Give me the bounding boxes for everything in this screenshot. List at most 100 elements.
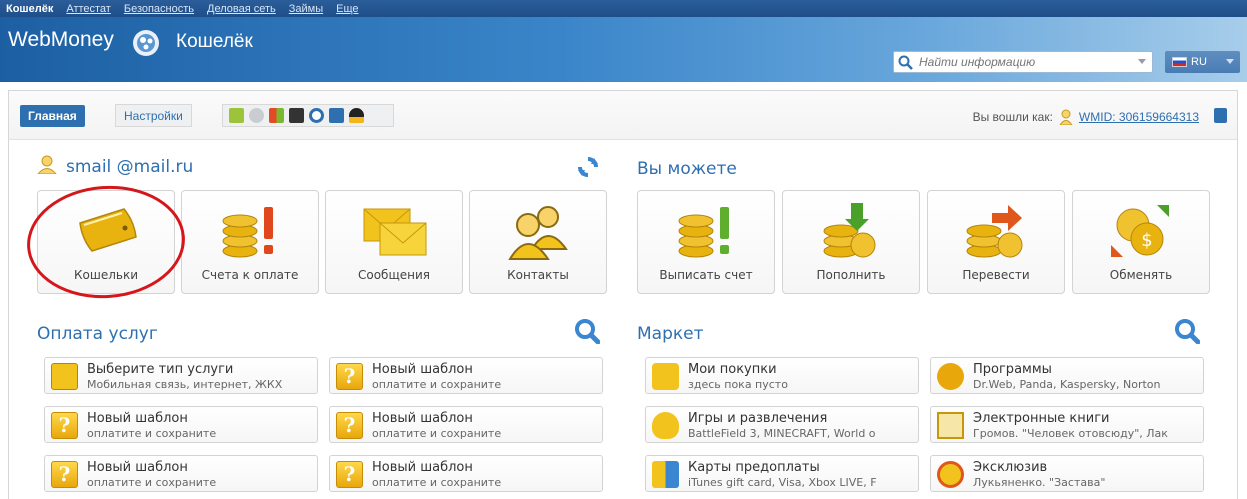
services-search-icon[interactable] [574,318,600,344]
search-input[interactable] [919,55,1119,69]
item-subtitle: оплатите и сохраните [372,378,502,391]
topnav-wallet[interactable]: Кошелёк [6,3,53,15]
question-icon: ? [51,412,78,439]
linux-icon[interactable] [349,108,364,123]
item-subtitle: оплатите и сохраните [87,427,217,440]
search-box[interactable] [893,51,1153,73]
question-icon: ? [336,363,363,390]
top-up-icon [823,203,876,258]
item-title: Мои покупки [688,362,777,377]
market-item[interactable]: Карты предоплаты iTunes gift card, Visa,… [645,455,919,492]
shopping-bag-icon [652,363,679,390]
item-title: Новый шаблон [372,460,473,475]
invoice-coins-icon [222,207,273,258]
ebook-icon [937,412,964,439]
windows-icon[interactable] [269,108,284,123]
topnav-more[interactable]: Еще [336,3,358,15]
russia-flag-icon [1172,57,1187,67]
exchange-icon: $ [1111,205,1169,257]
item-subtitle: оплатите и сохраните [372,427,502,440]
service-item[interactable]: ? Новый шаблон оплатите и сохраните [44,406,318,443]
webmoney-globe-icon [133,30,159,56]
market-search-icon[interactable] [1174,318,1200,344]
topnav-business-network[interactable]: Деловая сеть [207,3,276,15]
services-title: Оплата услуг [37,324,158,344]
service-item[interactable]: ? Новый шаблон оплатите и сохраните [329,455,603,492]
tile-label: Обменять [1109,268,1173,282]
contacts-icon [508,206,568,260]
item-title: Новый шаблон [87,460,188,475]
software-disc-icon [937,363,964,390]
android-icon[interactable] [229,108,244,123]
item-title: Карты предоплаты [688,460,820,475]
item-title: Новый шаблон [372,362,473,377]
tab-settings[interactable]: Настройки [115,104,192,127]
transfer-icon [966,205,1023,258]
service-item[interactable]: ? Новый шаблон оплатите и сохраните [44,455,318,492]
chevron-down-icon [1226,59,1234,64]
tile-label: Счета к оплате [201,268,299,282]
tile-label: Выписать счет [659,268,753,282]
brand-name[interactable]: WebMoney [8,28,114,52]
market-item[interactable]: Мои покупки здесь пока пусто [645,357,919,394]
tile-messages[interactable]: Сообщения [325,190,463,294]
service-item[interactable]: ? Новый шаблон оплатите и сохраните [329,406,603,443]
item-title: Новый шаблон [372,411,473,426]
search-dropdown-icon[interactable] [1138,59,1146,64]
market-title: Маркет [637,324,704,344]
envelope-icon [363,208,427,256]
service-item[interactable]: ? Новый шаблон оплатите и сохраните [329,357,603,394]
tile-exchange[interactable]: $ Обменять [1072,190,1210,294]
refresh-icon[interactable] [577,156,599,178]
item-title: Эксклюзив [973,460,1048,475]
issue-invoice-icon [678,207,729,258]
tile-label: Пополнить [816,268,886,282]
top-nav: Кошелёк Аттестат Безопасность Деловая се… [0,0,1247,17]
item-title: Программы [973,362,1052,377]
exclusive-badge-icon [937,461,964,488]
market-item[interactable]: Эксклюзив Лукьяненко. "Застава" [930,455,1204,492]
tile-label: Контакты [507,268,569,282]
tab-main[interactable]: Главная [20,105,85,127]
wmid-link[interactable]: WMID: 306159664313 [1079,110,1199,124]
question-icon: ? [51,461,78,488]
login-info: Вы вошли как: WMID: 306159664313 [973,109,1199,125]
language-selector[interactable]: RU [1165,51,1240,73]
platform-apps [222,104,394,127]
item-title: Новый шаблон [87,411,188,426]
actions-title: Вы можете [637,159,737,179]
app-subtitle: Кошелёк [176,31,253,52]
blackberry-icon[interactable] [289,108,304,123]
windows-phone-icon[interactable] [329,108,344,123]
user-icon [1059,109,1073,125]
search-icon[interactable] [898,55,913,70]
item-subtitle: Dr.Web, Panda, Kaspersky, Norton [973,378,1161,391]
opera-icon[interactable] [309,108,324,123]
service-item[interactable]: Выберите тип услуги Мобильная связь, инт… [44,357,318,394]
item-title: Выберите тип услуги [87,362,234,377]
item-title: Электронные книги [973,411,1110,426]
tile-top-up[interactable]: Пополнить [782,190,920,294]
tile-transfer[interactable]: Перевести [927,190,1065,294]
topnav-security[interactable]: Безопасность [124,3,194,15]
apple-icon[interactable] [249,108,264,123]
item-subtitle: Лукьяненко. "Застава" [973,476,1106,489]
item-subtitle: BattleField 3, MINECRAFT, World o [688,427,876,440]
tile-label: Сообщения [357,268,430,282]
logout-icon[interactable] [1214,108,1227,123]
market-item[interactable]: Электронные книги Громов. "Человек отовс… [930,406,1204,443]
tile-label: Перевести [962,268,1030,282]
login-label: Вы вошли как: [972,110,1053,124]
market-item[interactable]: Игры и развлечения BattleField 3, MINECR… [645,406,919,443]
topnav-loans[interactable]: Займы [289,3,323,15]
user-avatar-icon [37,155,57,174]
tile-contacts[interactable]: Контакты [469,190,607,294]
tile-invoices[interactable]: Счета к оплате [181,190,319,294]
topnav-attestat[interactable]: Аттестат [66,3,111,15]
market-item[interactable]: Программы Dr.Web, Panda, Kaspersky, Nort… [930,357,1204,394]
item-subtitle: Громов. "Человек отовсюду", Лак [973,427,1168,440]
gamepad-icon [652,412,679,439]
item-subtitle: Мобильная связь, интернет, ЖКХ [87,378,283,391]
service-type-icon [51,363,78,390]
tile-issue-invoice[interactable]: Выписать счет [637,190,775,294]
